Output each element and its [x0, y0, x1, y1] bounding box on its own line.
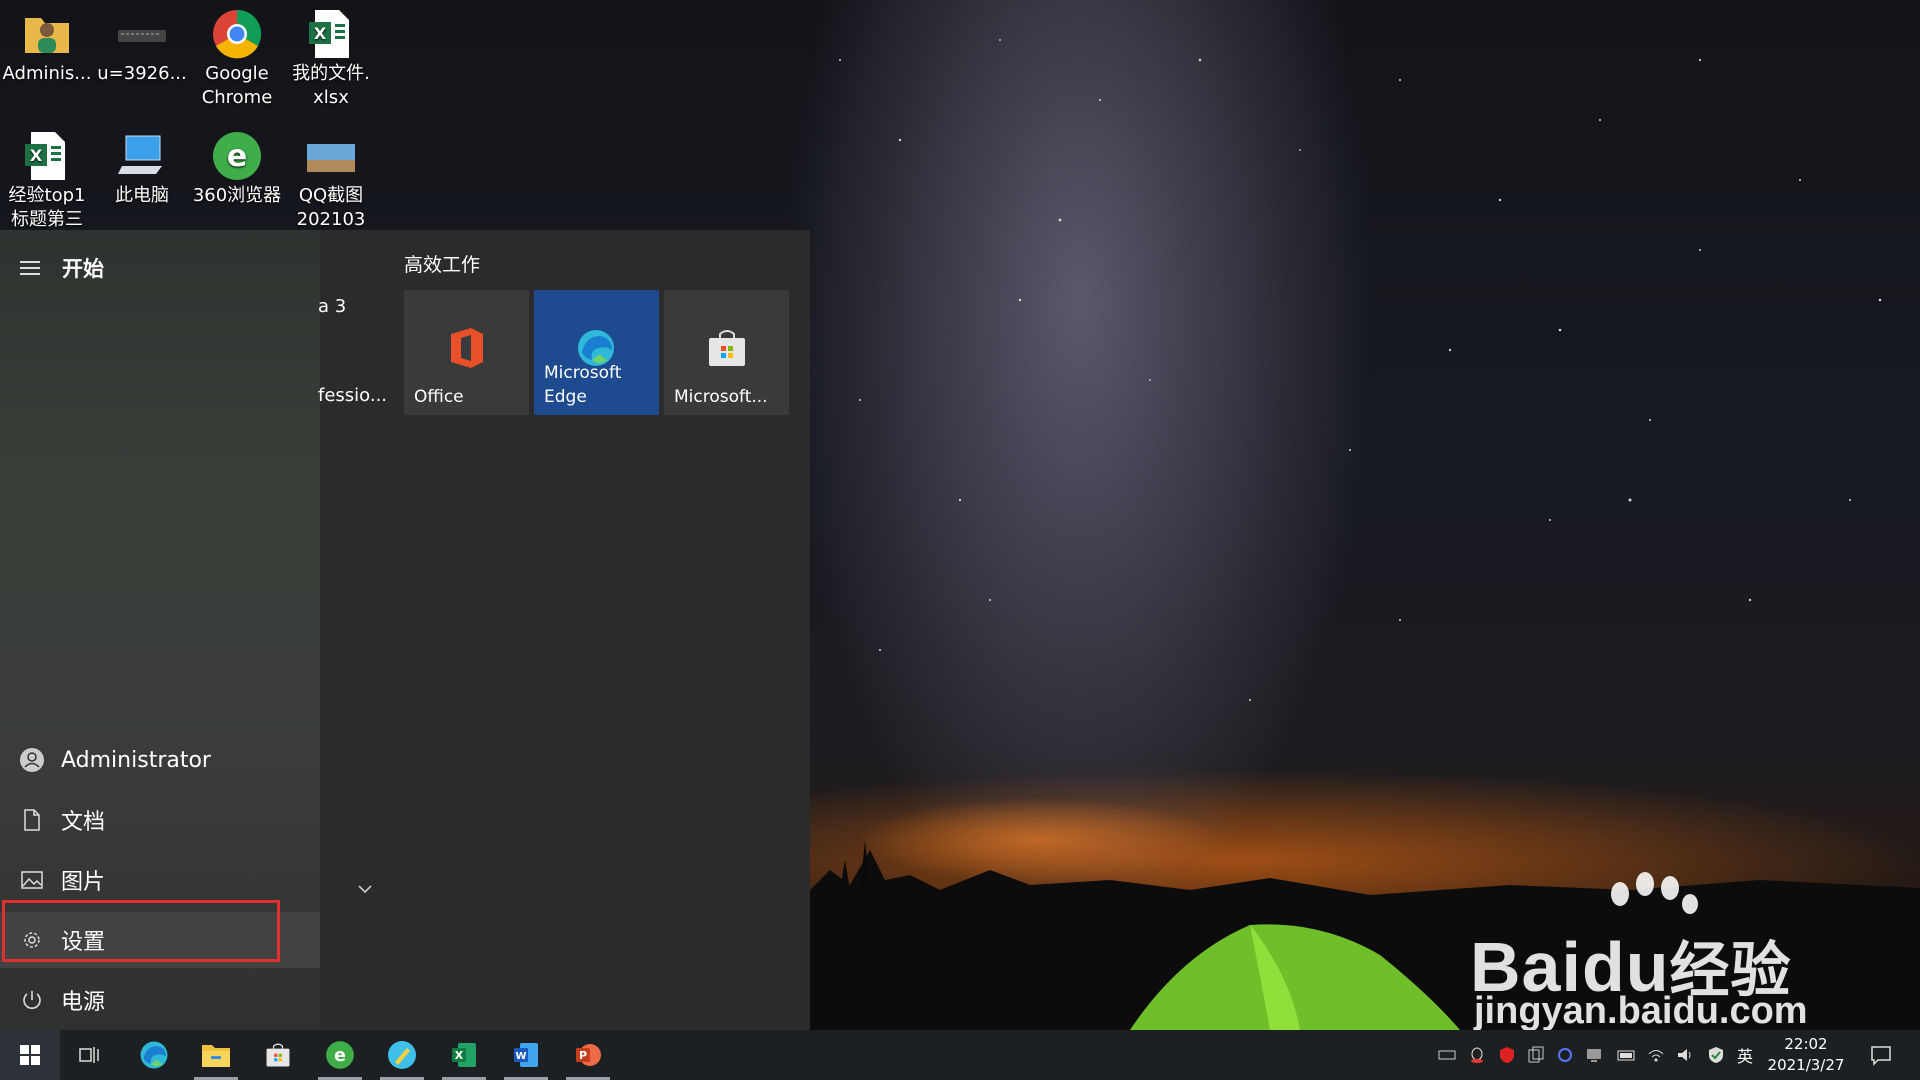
start-item-label: Administrator — [61, 747, 211, 773]
taskbar-store[interactable] — [248, 1030, 308, 1080]
app-list-item-fragment[interactable]: fessio... — [318, 385, 387, 406]
desktop-icon-label: 此电脑 — [115, 185, 169, 206]
watermark-url: jingyan.baidu.com — [1474, 990, 1808, 1032]
qq-tray-icon[interactable] — [1468, 1046, 1486, 1064]
start-item-label: 图片 — [61, 870, 106, 895]
keyboard-tray-icon[interactable] — [1438, 1046, 1456, 1064]
paw-icon — [1611, 872, 1698, 914]
start-item-label: 电源 — [61, 990, 106, 1015]
desktop-icon-label: Adminis... — [2, 63, 92, 84]
tent-image — [1130, 924, 1460, 1030]
pictures-icon — [16, 864, 48, 896]
taskbar-clock[interactable]: 22:02 2021/3/27 — [1762, 1034, 1850, 1076]
tile-label: Microsoft... — [674, 387, 768, 407]
desktop-icon-label: 360浏览器 — [192, 185, 282, 206]
folder-icon — [202, 1045, 230, 1067]
start-item-power[interactable]: 电源 — [0, 972, 320, 1028]
tile-label: Microsoft Edge — [544, 363, 622, 407]
svg-text:W: W — [515, 1051, 526, 1062]
pencil-app-icon — [388, 1041, 416, 1069]
360-browser-icon: e — [326, 1041, 354, 1069]
circle-tray-icon[interactable] — [1556, 1046, 1574, 1064]
windows-icon — [20, 1045, 40, 1065]
taskbar-excel[interactable]: X — [434, 1030, 494, 1080]
desktop-icon-xlsx-2[interactable]: X 经验top1 标题第三 — [0, 122, 94, 230]
chevron-down-icon[interactable] — [356, 880, 374, 898]
store-icon — [705, 328, 749, 372]
tile-store[interactable]: Microsoft... — [664, 290, 789, 415]
taskbar-notes-app[interactable] — [372, 1030, 432, 1080]
desktop-icon-label: 我的文件. xlsx — [292, 63, 370, 108]
user-folder-icon — [21, 8, 73, 60]
edge-icon — [140, 1041, 168, 1069]
display-tray-icon[interactable] — [1585, 1046, 1603, 1064]
input-method-indicator[interactable]: 英 — [1737, 1043, 1753, 1067]
task-view-button[interactable] — [60, 1030, 120, 1080]
start-button[interactable] — [0, 1030, 60, 1080]
security-shield-icon[interactable] — [1707, 1046, 1725, 1064]
taskbar-file-explorer[interactable] — [186, 1030, 246, 1080]
tile-office[interactable]: Office — [404, 290, 529, 415]
taskbar-powerpoint[interactable]: P — [558, 1030, 618, 1080]
office-icon — [447, 326, 487, 374]
excel-file-icon: X — [305, 8, 357, 60]
svg-text:X: X — [455, 1049, 464, 1062]
app-list-item-fragment[interactable]: a 3 — [318, 296, 346, 317]
chrome-icon — [211, 8, 263, 60]
start-item-account[interactable]: Administrator — [0, 732, 320, 788]
desktop-icon-user-folder[interactable]: Adminis... — [0, 0, 94, 86]
copy-tray-icon[interactable] — [1527, 1046, 1545, 1064]
power-icon — [16, 984, 48, 1016]
clock-date: 2021/3/27 — [1767, 1056, 1845, 1074]
computer-icon — [116, 130, 168, 182]
taskbar-word[interactable]: W — [496, 1030, 556, 1080]
volume-icon[interactable] — [1676, 1046, 1694, 1064]
tile-label: Office — [414, 387, 464, 407]
notification-center-icon[interactable] — [1870, 1044, 1892, 1066]
taskbar: e X W P 英 22:02 2021/3/27 — [0, 1030, 1920, 1080]
taskbar-360-browser[interactable]: e — [310, 1030, 370, 1080]
hamburger-menu-icon[interactable] — [20, 261, 40, 275]
tile-group-title[interactable]: 高效工作 — [404, 250, 480, 277]
svg-text:e: e — [334, 1046, 346, 1066]
image-file-icon — [116, 8, 168, 60]
svg-text:X: X — [314, 24, 327, 43]
annotation-highlight-box — [2, 900, 280, 962]
360-browser-icon: e — [211, 130, 263, 182]
baidu-watermark-logo: Baidu经验 jingyan.baidu.com — [1470, 872, 1820, 1032]
svg-text:P: P — [579, 1049, 587, 1062]
svg-text:e: e — [227, 139, 247, 174]
start-item-label: 文档 — [61, 810, 106, 835]
start-menu-header: 开始 — [20, 250, 104, 286]
user-avatar-icon — [16, 744, 48, 776]
desktop-icon-label: 经验top1 标题第三 — [8, 185, 86, 230]
desktop-icon-label: u=3926... — [97, 63, 187, 84]
excel-file-icon: X — [21, 130, 73, 182]
antivirus-tray-icon[interactable] — [1498, 1046, 1516, 1064]
powerpoint-icon: P — [576, 1044, 601, 1066]
taskbar-edge[interactable] — [124, 1030, 184, 1080]
start-menu-title: 开始 — [62, 257, 104, 281]
desktop-icon-xlsx[interactable]: X 我的文件. xlsx — [284, 0, 378, 110]
svg-text:X: X — [30, 146, 43, 165]
word-icon: W — [514, 1043, 538, 1067]
desktop-icon-image-file[interactable]: u=3926... — [95, 0, 189, 86]
excel-icon: X — [452, 1043, 476, 1067]
battery-icon[interactable] — [1617, 1046, 1635, 1064]
clock-time: 22:02 — [1784, 1035, 1828, 1053]
task-view-icon — [79, 1047, 99, 1063]
tile-edge[interactable]: Microsoft Edge — [534, 290, 659, 415]
desktop-icon-label: Google Chrome — [201, 63, 273, 108]
store-icon — [266, 1043, 290, 1067]
screenshot-image-icon — [305, 130, 357, 182]
wifi-icon[interactable] — [1647, 1046, 1665, 1064]
desktop-icon-360[interactable]: e 360浏览器 — [190, 122, 284, 208]
document-icon — [16, 804, 48, 836]
start-item-documents[interactable]: 文档 — [0, 792, 320, 848]
desktop-icon-label: QQ截图 202103 — [296, 185, 366, 230]
desktop-icon-qq-screenshot[interactable]: QQ截图 202103 — [284, 122, 378, 230]
desktop-icon-chrome[interactable]: Google Chrome — [190, 0, 284, 110]
desktop-icon-this-pc[interactable]: 此电脑 — [95, 122, 189, 208]
